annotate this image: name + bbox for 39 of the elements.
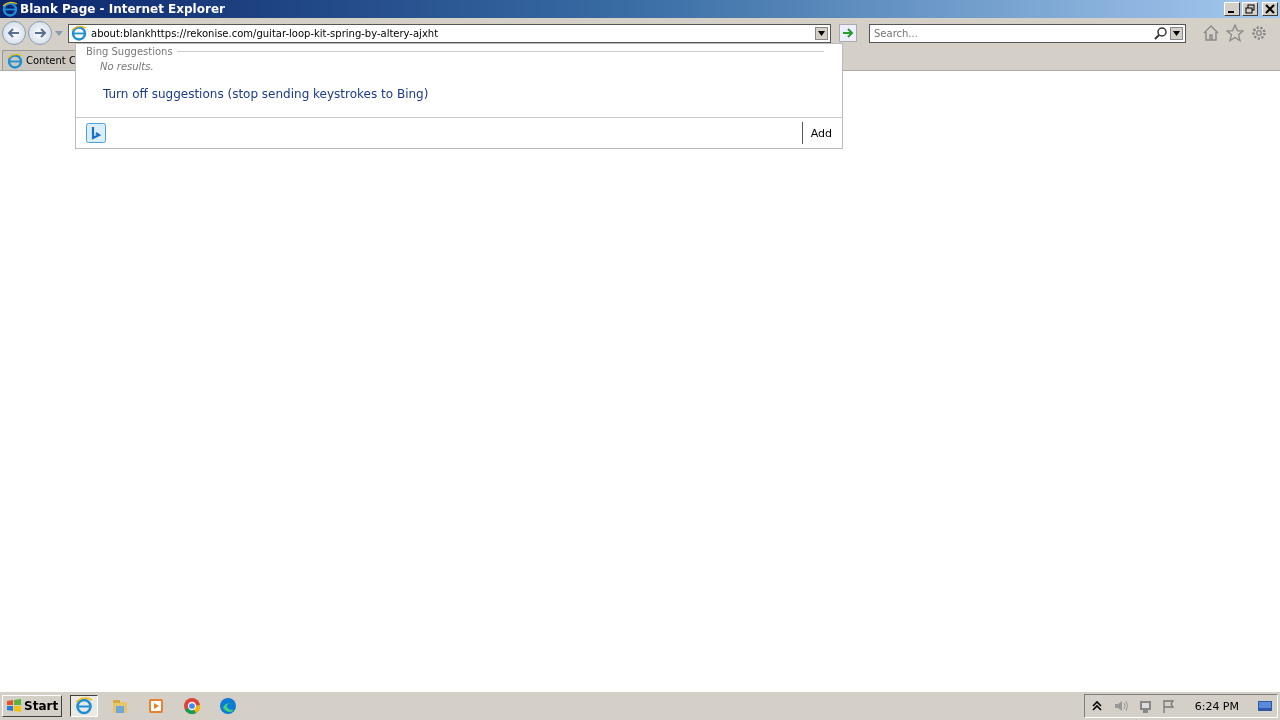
arrow-icon (842, 27, 854, 39)
windows-logo-icon (6, 698, 22, 714)
add-button[interactable]: Add (801, 122, 832, 144)
bing-logo-icon[interactable] (86, 123, 106, 143)
window-title: Blank Page - Internet Explorer (20, 2, 226, 16)
suggestions-heading: Bing Suggestions (86, 46, 173, 57)
ie-icon (74, 696, 95, 716)
home-icon[interactable] (1202, 24, 1220, 42)
page-icon (71, 25, 87, 41)
browser-tab[interactable]: Content C (2, 50, 76, 70)
clock[interactable]: 6:24 PM (1194, 699, 1239, 713)
search-box[interactable]: Search... (869, 23, 1186, 43)
caret-icon (818, 30, 825, 36)
star-icon[interactable] (1226, 24, 1244, 42)
settings-icon[interactable] (1250, 24, 1268, 42)
tab-page-icon (7, 52, 23, 69)
forward-button[interactable] (28, 21, 52, 45)
edge-icon (218, 696, 239, 716)
taskbar-app-button[interactable] (70, 695, 99, 717)
show-desktop-icon[interactable] (1257, 698, 1273, 714)
close-icon (1265, 4, 1275, 14)
restore-button[interactable] (1242, 2, 1258, 16)
search-icon[interactable] (1154, 26, 1168, 40)
start-button[interactable]: Start (2, 695, 63, 717)
back-button[interactable] (2, 21, 26, 45)
turn-off-suggestions-link[interactable]: Turn off suggestions (stop sending keystrokes to Bing) (76, 72, 429, 101)
search-dropdown-button[interactable] (1170, 26, 1183, 40)
caret-icon (1173, 30, 1180, 36)
minimize-icon (1228, 11, 1234, 13)
address-field[interactable]: about:blankhttps://rekonise.com/guitar-loop-kit-spring-by-altery-ajxht (68, 23, 831, 43)
chrome-icon (182, 696, 203, 716)
go-button[interactable] (839, 24, 857, 42)
no-results-text: No results. (99, 60, 155, 72)
ie-logo-icon (2, 1, 18, 17)
minimize-button[interactable] (1224, 2, 1240, 16)
address-dropdown-button[interactable] (815, 26, 828, 40)
close-button[interactable] (1262, 2, 1278, 16)
restore-icon (1245, 4, 1255, 14)
flag-icon[interactable] (1160, 698, 1177, 714)
